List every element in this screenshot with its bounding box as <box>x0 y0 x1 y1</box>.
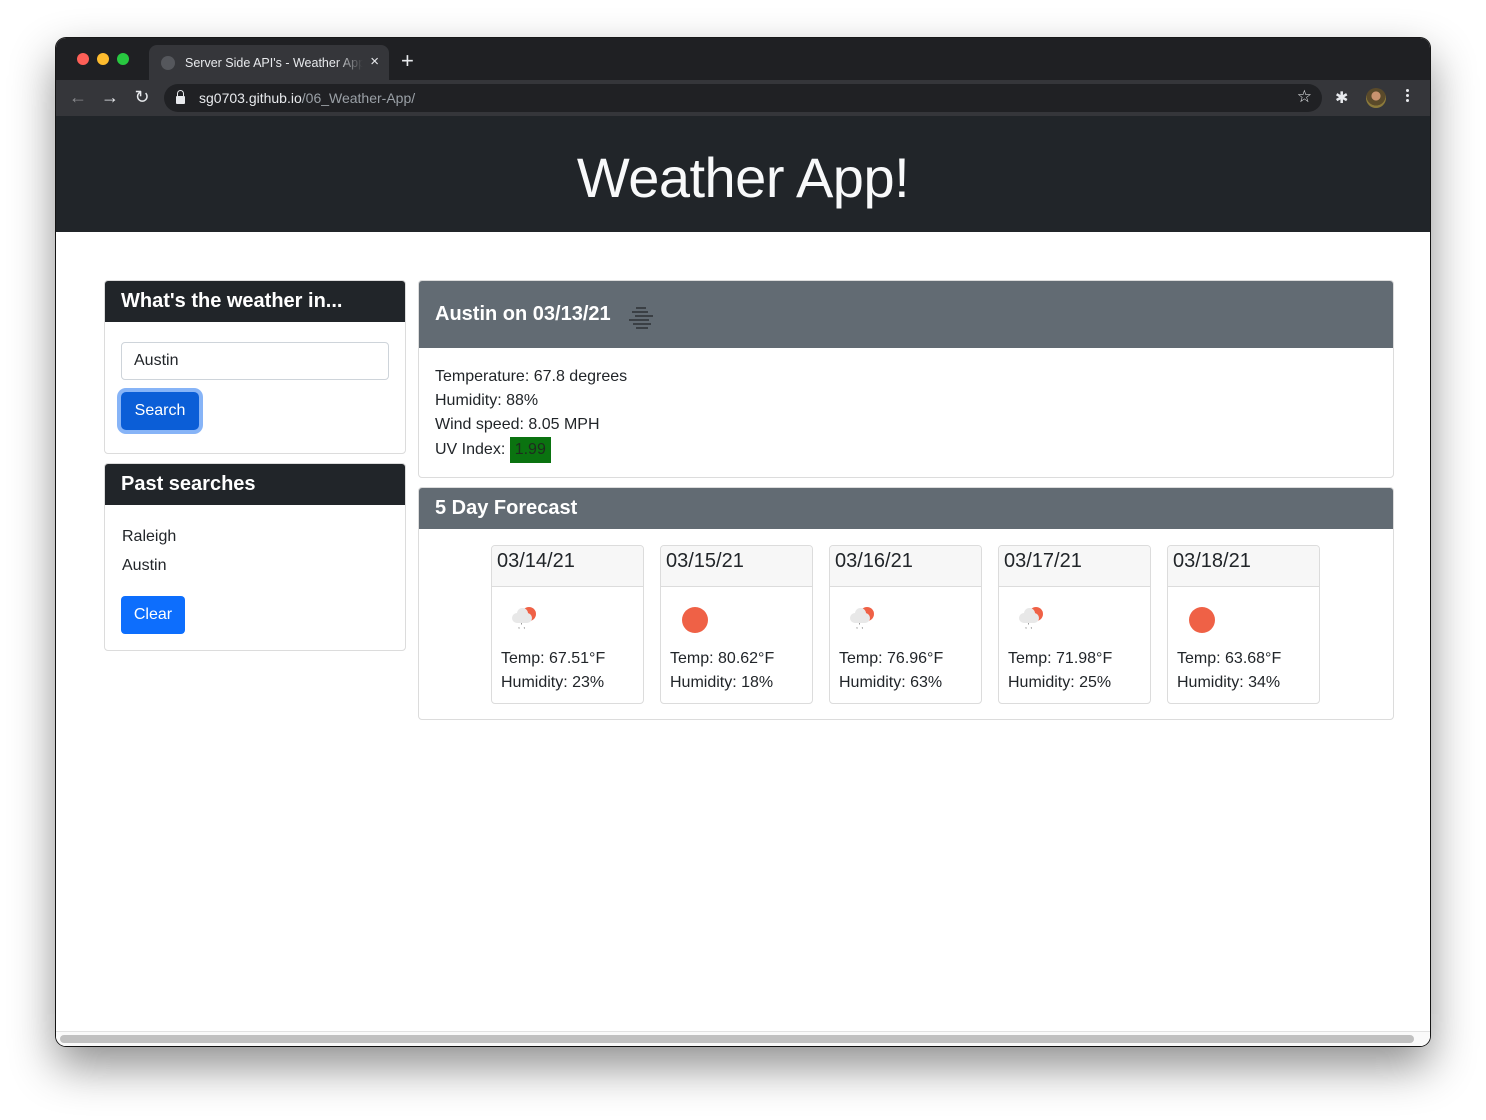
current-humidity: Humidity: 88% <box>435 392 539 409</box>
lock-icon[interactable] <box>176 90 185 104</box>
search-button[interactable]: Search <box>121 392 199 430</box>
past-search-item[interactable]: Raleigh <box>122 527 176 556</box>
scrollbar-thumb[interactable] <box>60 1035 1414 1043</box>
page-viewport: Weather App! What's the weather in... Se… <box>56 116 1430 1046</box>
rain-sun-icon: ,', <box>509 604 541 636</box>
clear-button[interactable]: Clear <box>121 596 185 634</box>
new-tab-button[interactable]: + <box>401 50 414 72</box>
page-title: Weather App! <box>576 145 910 209</box>
back-arrow-icon[interactable]: ← <box>67 86 89 108</box>
close-window-button[interactable] <box>77 53 89 65</box>
forecast-date: 03/16/21 <box>830 546 981 587</box>
forward-arrow-icon[interactable]: → <box>99 86 121 108</box>
past-search-item[interactable]: Austin <box>122 556 176 585</box>
forecast-day-card: 03/18/21 Temp: 63.68°F Humidity: 34% <box>1167 545 1320 704</box>
address-bar[interactable]: sg0703.github.io/06_Weather-App/ ☆ <box>164 84 1322 112</box>
browser-toolbar: ← → ↻ sg0703.github.io/06_Weather-App/ ☆… <box>56 80 1430 116</box>
search-card: What's the weather in... Search <box>104 280 406 454</box>
forecast-humidity: Humidity: 23% <box>501 674 605 691</box>
forecast-date: 03/17/21 <box>999 546 1150 587</box>
profile-avatar[interactable] <box>1366 88 1386 108</box>
past-searches-card: Past searches Raleigh Austin Clear <box>104 463 406 651</box>
forecast-day-card: 03/15/21 Temp: 80.62°F Humidity: 18% <box>660 545 813 704</box>
forecast-humidity: Humidity: 34% <box>1177 674 1281 691</box>
url-host: sg0703.github.io <box>199 90 302 106</box>
current-temperature: Temperature: 67.8 degrees <box>435 368 628 385</box>
forecast-temp: Temp: 63.68°F <box>1177 650 1282 667</box>
forecast-day-card: 03/14/21 ,', Temp: 67.51°F Humidity: 23% <box>491 545 644 704</box>
sun-icon <box>1185 604 1217 636</box>
minimize-window-button[interactable] <box>97 53 109 65</box>
kebab-menu-icon[interactable] <box>1402 87 1412 104</box>
current-wind-speed: Wind speed: 8.05 MPH <box>435 416 600 433</box>
extensions-puzzle-icon[interactable]: ✱ <box>1335 88 1348 108</box>
tab-title: Server Side API's - Weather App <box>185 55 363 70</box>
globe-icon <box>161 55 175 70</box>
current-weather-heading-bar: Austin on 03/13/21 <box>419 281 1393 348</box>
forecast-day-card: 03/17/21 ,', Temp: 71.98°F Humidity: 25% <box>998 545 1151 704</box>
url-path: /06_Weather-App/ <box>301 90 416 106</box>
search-card-heading: What's the weather in... <box>105 281 405 322</box>
browser-window: Server Side API's - Weather App × + ← → … <box>56 38 1430 1046</box>
rain-sun-icon: ,', <box>1016 604 1048 636</box>
rain-sun-icon: ,', <box>847 604 879 636</box>
forecast-day-card: 03/16/21 ,', Temp: 76.96°F Humidity: 63% <box>829 545 982 704</box>
forecast-date: 03/15/21 <box>661 546 812 587</box>
forecast-date: 03/18/21 <box>1168 546 1319 587</box>
current-weather-details: Temperature: 67.8 degrees Humidity: 88% … <box>435 365 627 463</box>
page-header: Weather App! <box>56 116 1430 232</box>
sun-icon <box>678 604 710 636</box>
forecast-temp: Temp: 76.96°F <box>839 650 944 667</box>
horizontal-scrollbar[interactable] <box>56 1031 1430 1046</box>
close-tab-icon[interactable]: × <box>370 53 379 71</box>
current-weather-card: Austin on 03/13/21 Temperature: 67.8 deg… <box>418 280 1394 478</box>
forecast-temp: Temp: 80.62°F <box>670 650 775 667</box>
forecast-date: 03/14/21 <box>492 546 643 587</box>
forecast-humidity: Humidity: 25% <box>1008 674 1112 691</box>
bookmark-star-icon[interactable]: ☆ <box>1297 87 1312 107</box>
current-weather-heading: Austin on 03/13/21 <box>435 303 611 325</box>
current-uv-row: UV Index: 1.99 <box>435 437 627 463</box>
forecast-humidity: Humidity: 18% <box>670 674 774 691</box>
past-searches-list: Raleigh Austin <box>122 527 176 585</box>
forecast-heading: 5 Day Forecast <box>419 488 1393 529</box>
maximize-window-button[interactable] <box>117 53 129 65</box>
browser-tab-active[interactable]: Server Side API's - Weather App × <box>149 45 389 80</box>
past-searches-heading: Past searches <box>105 464 405 505</box>
forecast-temp: Temp: 67.51°F <box>501 650 606 667</box>
uv-index-badge: 1.99 <box>509 437 551 463</box>
tab-strip: Server Side API's - Weather App × + <box>56 38 1430 80</box>
city-search-input[interactable] <box>121 342 389 380</box>
forecast-humidity: Humidity: 63% <box>839 674 943 691</box>
forecast-card: 5 Day Forecast 03/14/21 ,', Temp: 67.51°… <box>418 487 1394 720</box>
reload-icon[interactable]: ↻ <box>131 86 153 108</box>
uv-index-label: UV Index: <box>435 441 510 458</box>
haze-icon <box>627 304 655 329</box>
forecast-temp: Temp: 71.98°F <box>1008 650 1113 667</box>
